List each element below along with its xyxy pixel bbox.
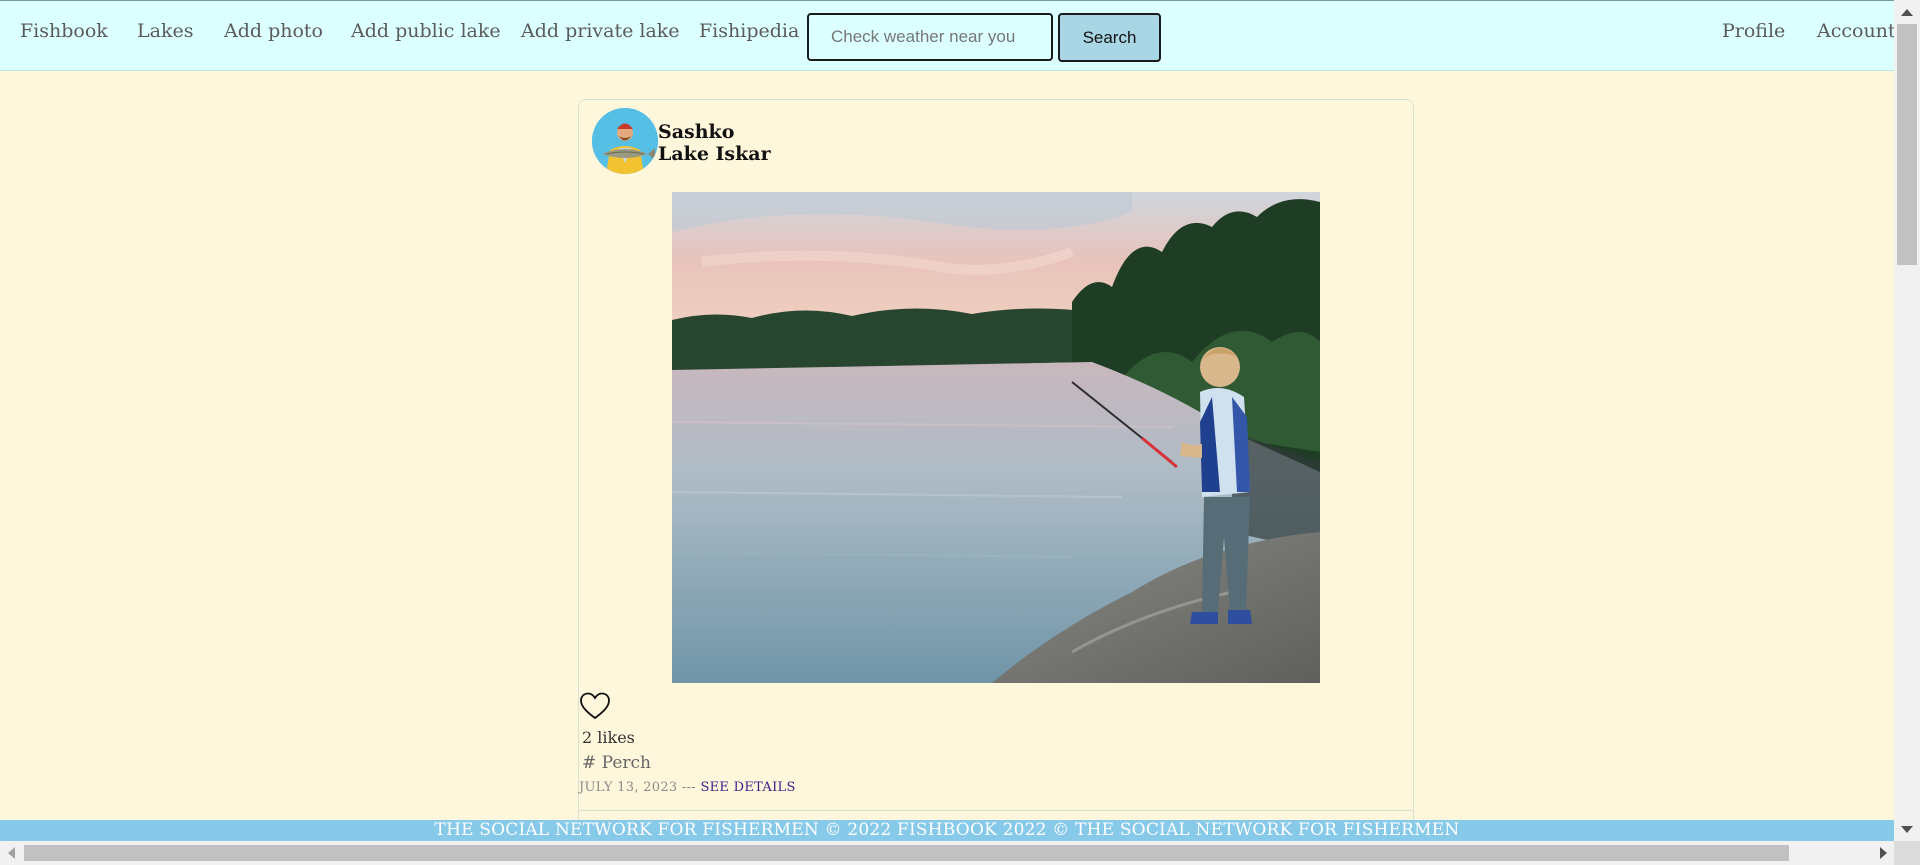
post-meta: JULY 13, 2023 --- SEE DETAILS bbox=[579, 780, 796, 795]
search-button[interactable]: Search bbox=[1058, 13, 1161, 62]
scroll-down-arrow-icon[interactable] bbox=[1901, 826, 1913, 833]
weather-search-input[interactable] bbox=[807, 13, 1053, 61]
nav-brand-fishbook[interactable]: Fishbook bbox=[20, 20, 108, 42]
scrollbar-corner bbox=[1894, 841, 1920, 865]
scroll-up-arrow-icon[interactable] bbox=[1901, 9, 1913, 16]
fish-tag[interactable]: # Perch bbox=[582, 753, 651, 773]
nav-profile[interactable]: Profile bbox=[1722, 20, 1785, 42]
post-username[interactable]: Sashko bbox=[658, 121, 734, 143]
nav-add-private-lake[interactable]: Add private lake bbox=[521, 20, 680, 42]
scroll-left-arrow-icon[interactable] bbox=[8, 847, 15, 859]
post-divider bbox=[578, 810, 1414, 811]
photo-image bbox=[672, 192, 1320, 683]
scroll-right-arrow-icon[interactable] bbox=[1880, 847, 1887, 859]
meta-separator: --- bbox=[681, 780, 696, 795]
likes-count: 2 likes bbox=[582, 728, 635, 747]
nav-add-public-lake[interactable]: Add public lake bbox=[351, 20, 501, 42]
nav-add-photo[interactable]: Add photo bbox=[224, 20, 323, 42]
footer: THE SOCIAL NETWORK FOR FISHERMEN © 2022 … bbox=[0, 820, 1894, 841]
post-date: JULY 13, 2023 bbox=[579, 780, 678, 795]
fisherman-avatar[interactable] bbox=[592, 108, 658, 174]
top-navbar: Fishbook Lakes Add photo Add public lake… bbox=[0, 0, 1896, 71]
nav-fishipedia[interactable]: Fishipedia bbox=[699, 20, 799, 42]
vertical-scrollbar-thumb[interactable] bbox=[1897, 24, 1917, 265]
heart-outline-icon[interactable] bbox=[580, 692, 610, 720]
page: Fishbook Lakes Add photo Add public lake… bbox=[0, 0, 1920, 865]
avatar-image bbox=[592, 108, 658, 174]
horizontal-scrollbar-thumb[interactable] bbox=[24, 845, 1789, 861]
see-details-link[interactable]: SEE DETAILS bbox=[700, 780, 795, 795]
kid-fishing-lake-photo bbox=[672, 192, 1320, 683]
nav-lakes[interactable]: Lakes bbox=[137, 20, 193, 42]
nav-account[interactable]: Account bbox=[1817, 20, 1896, 42]
post-lake-name[interactable]: Lake Iskar bbox=[658, 143, 771, 165]
